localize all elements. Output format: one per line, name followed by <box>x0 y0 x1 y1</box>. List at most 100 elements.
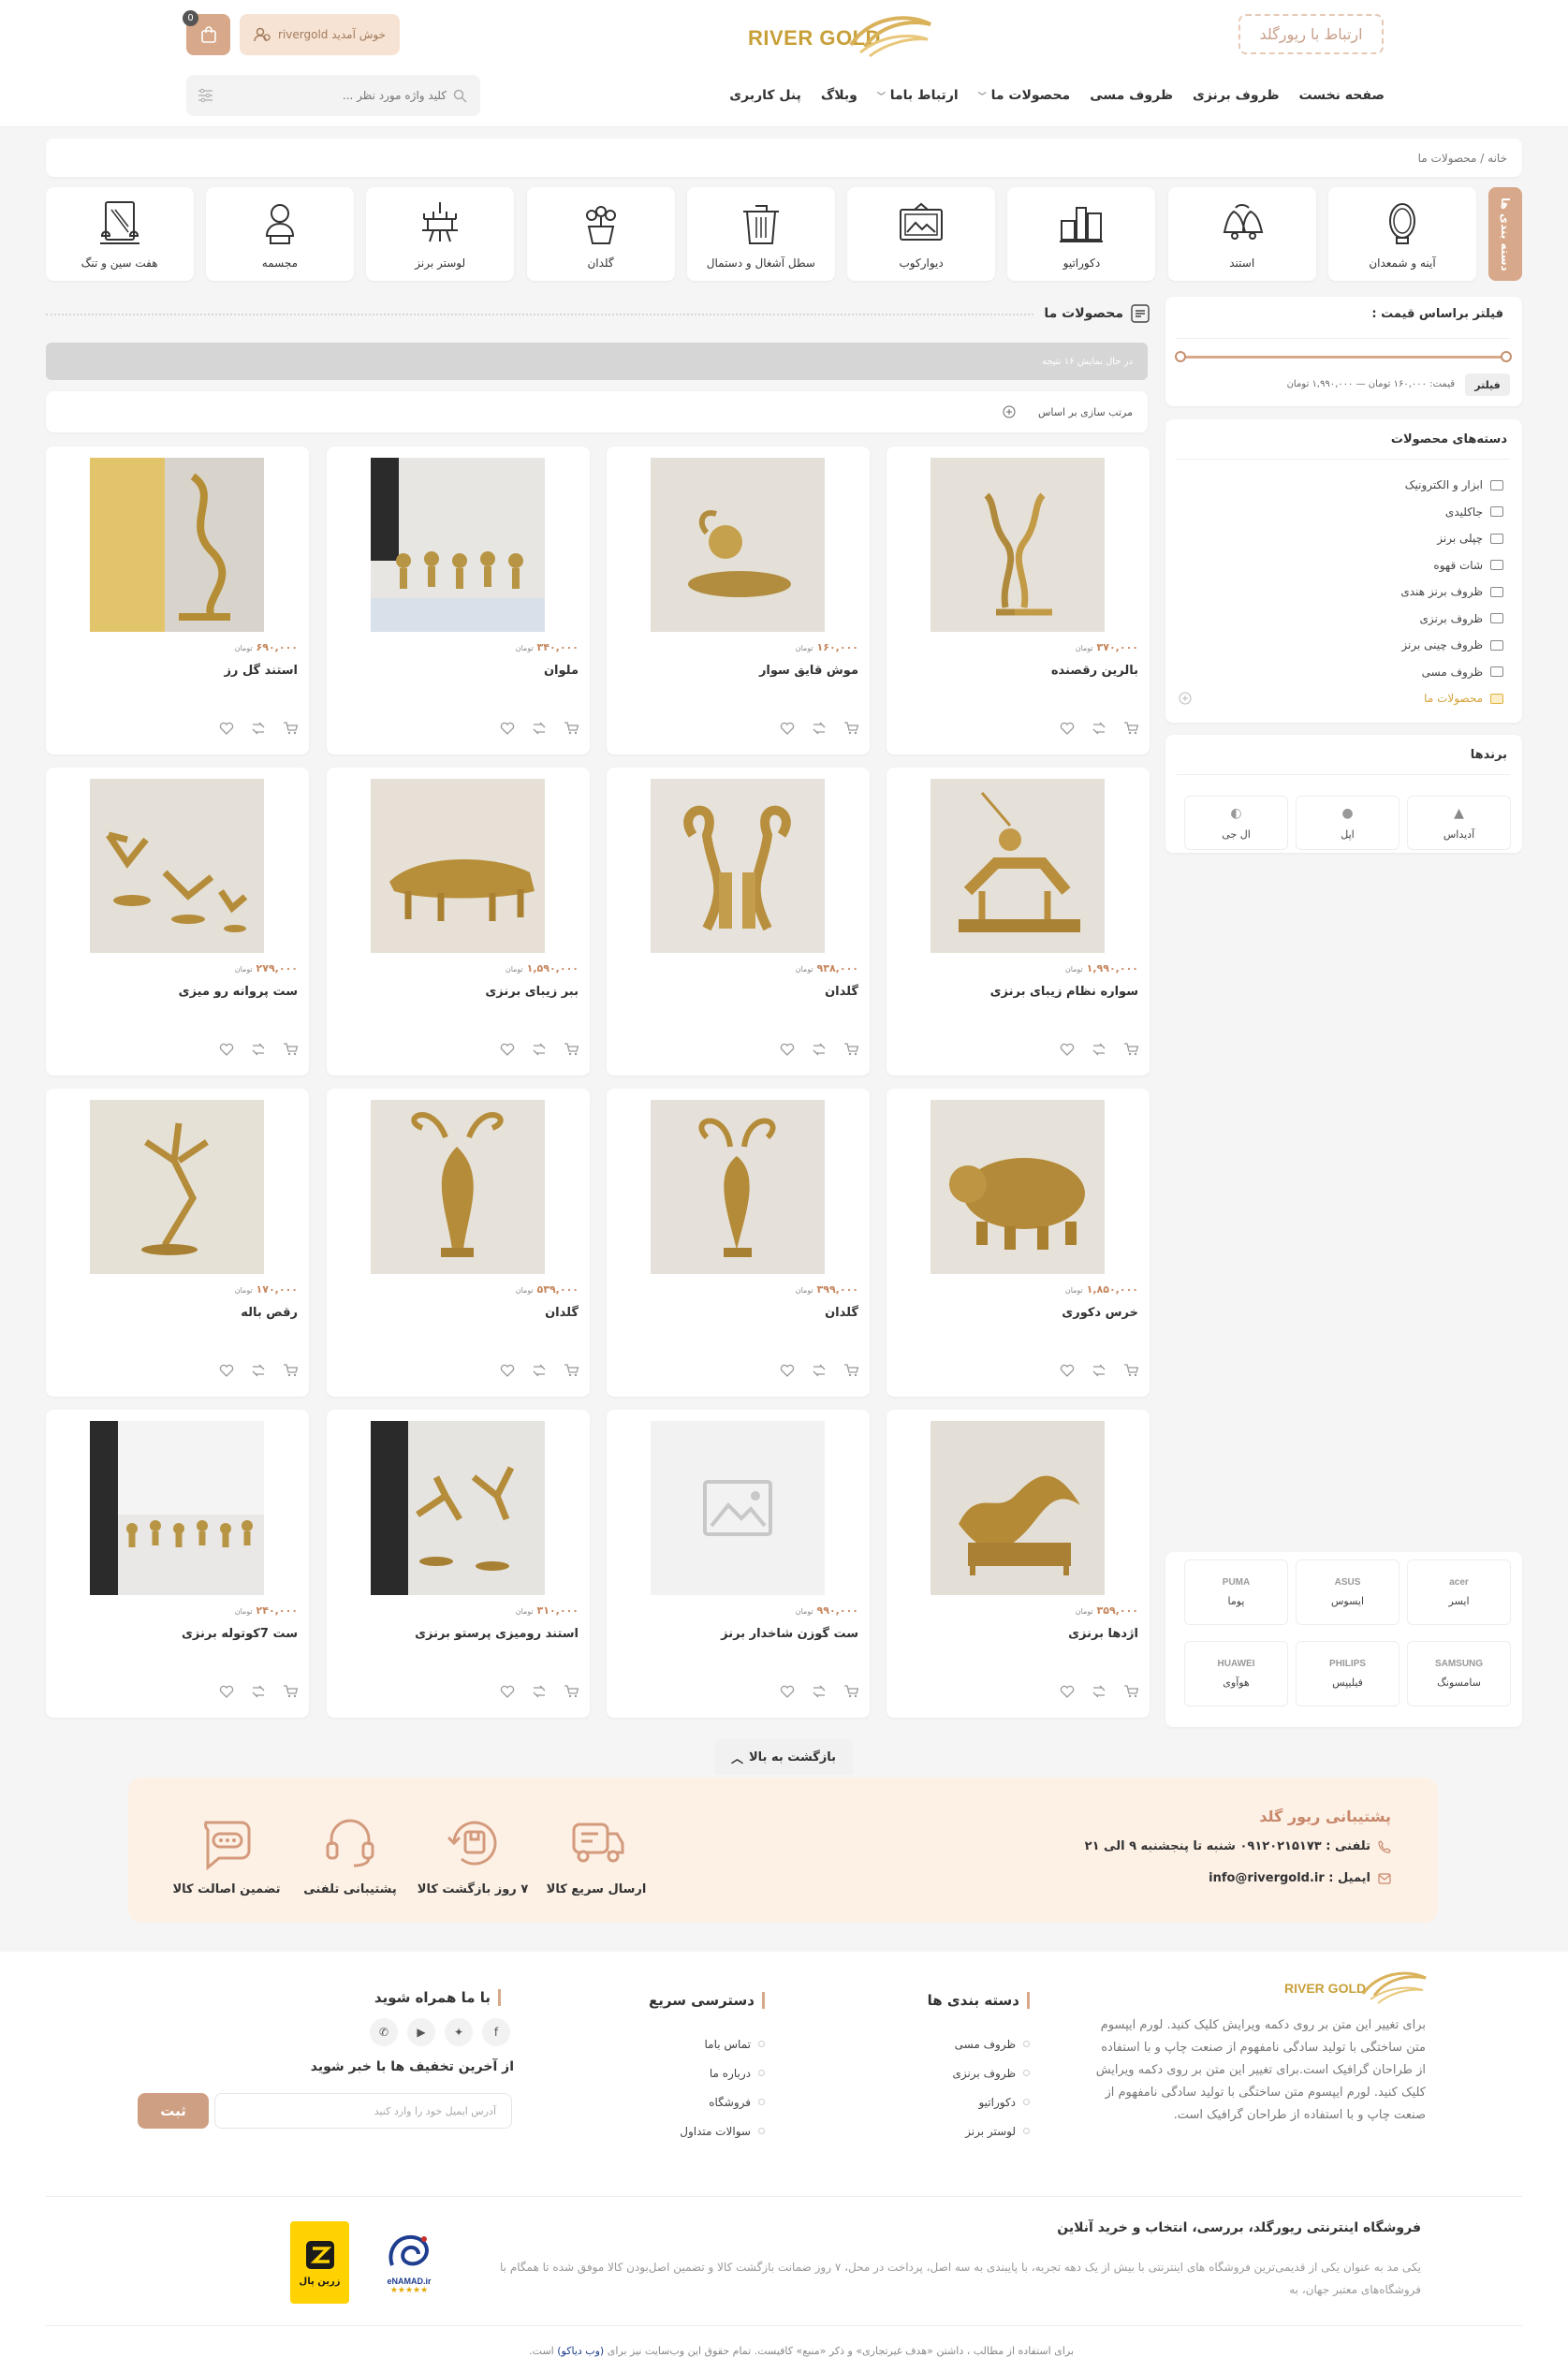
support-email[interactable]: ایمیل : info@rivergold.ir <box>1209 1871 1391 1885</box>
nav-home[interactable]: صفحه نخست <box>1299 88 1385 103</box>
product-name[interactable]: خرس دکوری <box>1062 1306 1138 1320</box>
product-image[interactable] <box>371 458 545 632</box>
site-logo[interactable]: RIVER GOLD <box>744 7 936 64</box>
compare-icon[interactable] <box>812 1042 827 1057</box>
brand-card[interactable]: PUMA پوما <box>1184 1559 1288 1625</box>
footer-link[interactable]: لوستر برنز <box>908 2116 1030 2145</box>
category-card[interactable]: گلدان <box>526 187 675 281</box>
category-list-item[interactable]: ظروف برنزی <box>1382 606 1503 633</box>
category-card[interactable]: هفت سین و تنگ <box>45 187 194 281</box>
product-card[interactable]: ۱,۸۵۰,۰۰۰ تومان خرس دکوری <box>887 1089 1150 1397</box>
product-name[interactable]: گلدان <box>825 1306 858 1320</box>
wishlist-heart-icon[interactable] <box>500 1042 515 1057</box>
wishlist-heart-icon[interactable] <box>1060 1363 1075 1378</box>
product-name[interactable]: استند رومیزی پرستو برنزی <box>415 1627 579 1641</box>
product-image[interactable] <box>651 458 825 632</box>
product-image[interactable] <box>90 1100 264 1274</box>
nav-contact[interactable]: ارتباط باما ﹀ <box>877 88 959 103</box>
category-card[interactable]: مجسمه <box>205 187 354 281</box>
product-name[interactable]: ست پروانه رو میزی <box>179 985 298 999</box>
product-card[interactable]: ۹۹۰,۰۰۰ تومان ست گوزن شاخدار برنز <box>607 1410 870 1718</box>
wishlist-heart-icon[interactable] <box>500 1363 515 1378</box>
product-card[interactable]: ۲۷۹,۰۰۰ تومان ست پروانه رو میزی <box>46 768 309 1076</box>
breadcrumb[interactable]: خانه / محصولات ما <box>46 139 1522 177</box>
wishlist-heart-icon[interactable] <box>1060 1042 1075 1057</box>
search-input[interactable] <box>250 84 447 107</box>
product-image[interactable] <box>371 1100 545 1274</box>
footer-link[interactable]: فروشگاه <box>643 2087 765 2116</box>
add-to-cart-icon[interactable] <box>843 1042 858 1057</box>
wishlist-heart-icon[interactable] <box>1060 721 1075 736</box>
product-name[interactable]: رقص باله <box>241 1306 298 1320</box>
wishlist-heart-icon[interactable] <box>219 721 234 736</box>
add-to-cart-icon[interactable] <box>1123 1684 1138 1699</box>
category-card[interactable]: لوستر برنز <box>366 187 515 281</box>
search-icon[interactable] <box>453 89 467 103</box>
product-card[interactable]: ۱,۹۹۰,۰۰۰ تومان سواره نظام زیبای برنزی <box>887 768 1150 1076</box>
category-list-item[interactable]: شات قهوه <box>1382 552 1503 579</box>
compare-icon[interactable] <box>532 721 547 736</box>
product-name[interactable]: ملوان <box>544 664 579 678</box>
nav-bronze-dishes[interactable]: ظروف برنزی <box>1193 88 1280 103</box>
add-to-cart-icon[interactable] <box>843 1684 858 1699</box>
price-slider-min-handle[interactable] <box>1175 351 1186 362</box>
add-to-cart-icon[interactable] <box>843 1363 858 1378</box>
category-card[interactable]: آینه و شمعدان <box>1328 187 1476 281</box>
wishlist-heart-icon[interactable] <box>219 1042 234 1057</box>
product-name[interactable]: ببر زیبای برنزی <box>485 985 579 999</box>
product-card[interactable]: ۳۴۰,۰۰۰ تومان ملوان <box>327 447 590 754</box>
compare-icon[interactable] <box>1092 1042 1106 1057</box>
product-name[interactable]: اژدها برنزی <box>1068 1627 1138 1641</box>
product-image[interactable] <box>931 1421 1105 1595</box>
product-card[interactable]: ۱۷۰,۰۰۰ تومان رقص باله <box>46 1089 309 1397</box>
category-list-item[interactable]: محصولات ما <box>1382 685 1503 712</box>
category-list-item[interactable]: ظروف مسی <box>1382 659 1503 686</box>
footer-logo[interactable]: RIVER GOLD <box>1284 1966 1429 2005</box>
compare-icon[interactable] <box>251 1684 266 1699</box>
wishlist-heart-icon[interactable] <box>780 1363 795 1378</box>
wishlist-heart-icon[interactable] <box>500 721 515 736</box>
product-card[interactable]: ۶۹۰,۰۰۰ تومان استند گل رز <box>46 447 309 754</box>
enamad-badge[interactable]: eNAMAD.ir ★★★★★ <box>372 2220 447 2305</box>
compare-icon[interactable] <box>812 1363 827 1378</box>
wishlist-heart-icon[interactable] <box>1060 1684 1075 1699</box>
add-to-cart-icon[interactable] <box>283 1363 298 1378</box>
brand-apple[interactable]: ● اپل <box>1296 796 1399 850</box>
compare-icon[interactable] <box>812 1684 827 1699</box>
back-to-top-button[interactable]: بازگشت به بالا ︿ <box>714 1739 853 1775</box>
nav-our-products[interactable]: محصولات ما ﹀ <box>978 88 1071 103</box>
add-to-cart-icon[interactable] <box>564 1363 579 1378</box>
compare-icon[interactable] <box>1092 1684 1106 1699</box>
add-to-cart-icon[interactable] <box>1123 721 1138 736</box>
add-to-cart-icon[interactable] <box>283 721 298 736</box>
twitter-icon[interactable]: ✦ <box>445 2018 473 2046</box>
zarinpal-badge[interactable]: زرین پال <box>290 2221 349 2304</box>
brand-card[interactable]: acer ایسر <box>1407 1559 1511 1625</box>
brand-lg[interactable]: ◐ ال جی <box>1184 796 1288 850</box>
category-list-item[interactable]: ظروف برنز هندی <box>1382 578 1503 606</box>
product-image[interactable] <box>931 1100 1105 1274</box>
wishlist-heart-icon[interactable] <box>219 1363 234 1378</box>
compare-icon[interactable] <box>251 1363 266 1378</box>
plus-circle-icon[interactable] <box>1003 405 1016 418</box>
category-list-item[interactable]: ابزار و الکترونیک <box>1382 472 1503 499</box>
compare-icon[interactable] <box>1092 1363 1106 1378</box>
footer-link[interactable]: درباره ما <box>643 2058 765 2087</box>
wishlist-heart-icon[interactable] <box>780 1684 795 1699</box>
product-card[interactable]: ۹۳۸,۰۰۰ تومان گلدان <box>607 768 870 1076</box>
categories-tab[interactable]: دسته بندی ها <box>1488 187 1522 281</box>
product-name[interactable]: موش قایق سوار <box>759 664 858 678</box>
facebook-icon[interactable]: f <box>482 2018 510 2046</box>
nav-user-panel[interactable]: پنل کاربری <box>729 88 801 103</box>
sort-bar[interactable]: مرتب سازی بر اساس <box>46 391 1148 432</box>
product-image[interactable] <box>931 458 1105 632</box>
filter-button[interactable]: فیلتر <box>1465 373 1510 396</box>
product-name[interactable]: بالرین رقصنده <box>1051 664 1138 678</box>
price-slider-track[interactable] <box>1180 356 1507 359</box>
price-slider-max-handle[interactable] <box>1501 351 1512 362</box>
copyright-link[interactable]: (وب دیاکو) <box>557 2345 604 2357</box>
nav-copper-dishes[interactable]: ظروف مسی <box>1090 88 1173 103</box>
product-card[interactable]: ۳۷۰,۰۰۰ تومان بالرین رقصنده <box>887 447 1150 754</box>
brand-card[interactable]: HUAWEI هوآوی <box>1184 1641 1288 1706</box>
add-to-cart-icon[interactable] <box>1123 1042 1138 1057</box>
